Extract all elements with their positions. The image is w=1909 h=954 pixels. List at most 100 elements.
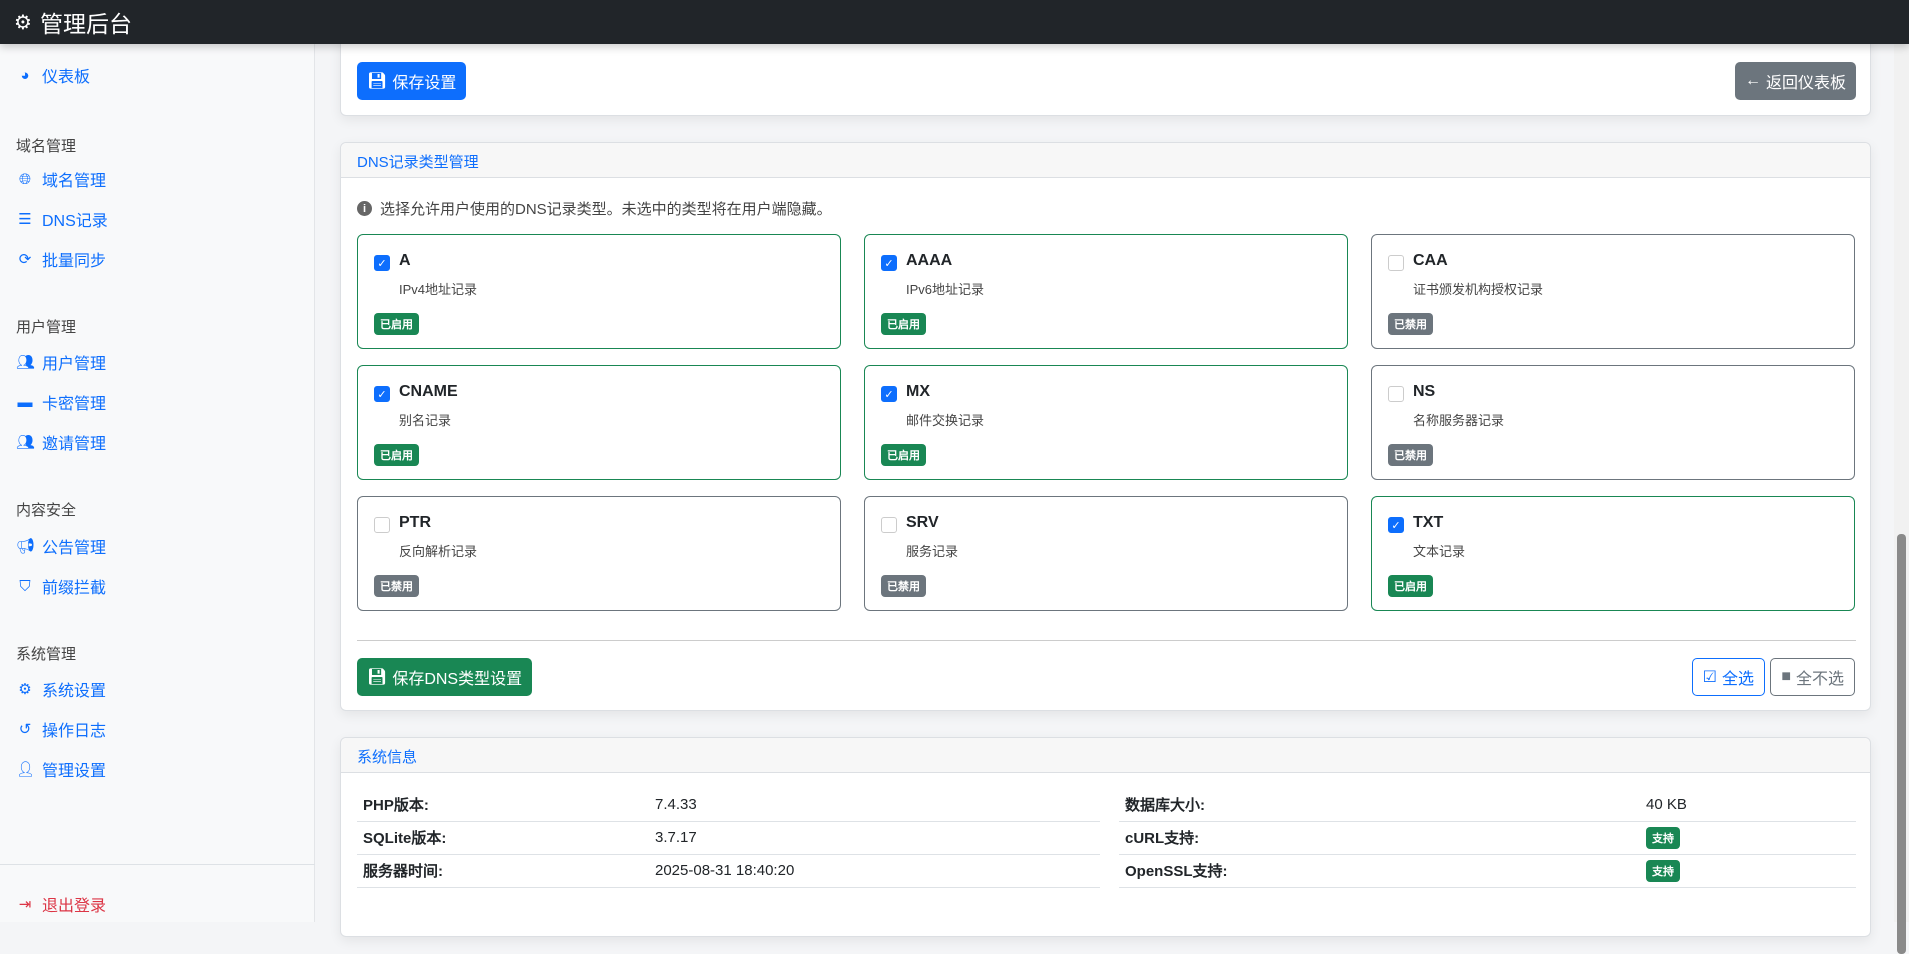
sidebar-item-dashboard[interactable]: ◕ 仪表板 — [16, 63, 90, 87]
sidebar-item-users[interactable]: 👥︎ 用户管理 — [16, 350, 106, 374]
info-value-text: 7.4.33 — [655, 795, 697, 813]
dns-type-desc: 服务记录 — [906, 544, 959, 559]
checkbox[interactable]: ✓ — [374, 386, 390, 402]
app-title[interactable]: 管理后台 — [40, 5, 132, 39]
dns-type-name: NS — [1413, 383, 1436, 400]
info-key: PHP版本: — [357, 788, 649, 822]
sidebar-heading: 内容安全 — [16, 502, 77, 519]
shield-icon: ⛉ — [19, 577, 31, 595]
dns-type-name: CNAME — [399, 383, 458, 400]
status-badge: 已禁用 — [374, 575, 419, 597]
dns-type-name: SRV — [906, 514, 939, 531]
sidebar-item-label: DNS记录 — [42, 213, 108, 230]
select-all-button[interactable]: ☑ 全选 — [1691, 658, 1765, 696]
info-key: OpenSSL支持: — [1119, 854, 1640, 888]
globe-icon: 🌐︎ — [18, 170, 31, 188]
button-label: 返回仪表板 — [1765, 75, 1846, 92]
logout-label: 退出登录 — [42, 898, 107, 915]
dns-type-card-aaaa[interactable]: ✓ AAAA IPv6地址记录 已启用 — [864, 234, 1348, 349]
card-header: 系统信息 — [341, 738, 1870, 773]
sidebar-item-dns-records[interactable]: ☰ DNS记录 — [16, 207, 108, 231]
sidebar-item-prefix-block[interactable]: ⛉ 前缀拦截 — [16, 574, 106, 598]
checkbox[interactable] — [374, 517, 390, 533]
sidebar-item-admin-settings[interactable]: 👤︎ 管理设置 — [16, 757, 106, 781]
sidebar-item-cards[interactable]: ▬ 卡密管理 — [16, 390, 107, 414]
dns-type-desc: 邮件交换记录 — [906, 413, 985, 428]
info-key: 服务器时间: — [357, 854, 649, 888]
status-badge: 已禁用 — [1388, 313, 1433, 335]
sidebar-item-domains[interactable]: 🌐︎ 域名管理 — [16, 167, 106, 191]
check-square-icon: ☑ — [1702, 669, 1717, 686]
dns-type-desc: IPv6地址记录 — [906, 282, 985, 297]
sidebar-item-invites[interactable]: 👥︎ 邀请管理 — [16, 430, 106, 454]
status-badge: 支持 — [1646, 859, 1680, 882]
info-key: cURL支持: — [1119, 821, 1640, 855]
sidebar-item-announcements[interactable]: 📢︎ 公告管理 — [16, 534, 106, 558]
system-info-table-right: 数据库大小: 40 KB cURL支持: 支持 OpenSSL支持: 支持 — [1119, 788, 1856, 888]
sidebar-item-settings[interactable]: ⚙ 系统设置 — [16, 677, 106, 701]
credit-card-icon: ▬ — [17, 393, 33, 411]
list-icon: ☰ — [18, 211, 32, 228]
checkbox[interactable]: ✓ — [1388, 517, 1404, 533]
sidebar-divider — [0, 864, 315, 865]
status-badge: 已启用 — [374, 313, 419, 335]
dns-type-name: CAA — [1413, 252, 1448, 269]
checkbox[interactable]: ✓ — [881, 386, 897, 402]
square-icon: ■ — [1781, 668, 1791, 685]
sidebar-item-batch-sync[interactable]: ⟳ 批量同步 — [16, 247, 106, 271]
sidebar-item-logs[interactable]: ↺ 操作日志 — [16, 717, 106, 741]
table-row: cURL支持: 支持 — [1119, 821, 1856, 855]
dns-type-card-mx[interactable]: ✓ MX 邮件交换记录 已启用 — [864, 365, 1348, 480]
dns-type-card-txt[interactable]: ✓ TXT 文本记录 已启用 — [1371, 496, 1855, 611]
save-dns-types-button[interactable]: 💾︎ 保存DNS类型设置 — [357, 658, 533, 696]
checkbox[interactable]: ✓ — [881, 255, 897, 271]
divider — [357, 640, 1856, 641]
checkbox[interactable] — [1388, 255, 1404, 271]
history-icon: ↺ — [18, 721, 32, 738]
sidebar-item-label: 管理设置 — [42, 763, 107, 780]
info-label: 选择允许用户使用的DNS记录类型。未选中的类型将在用户端隐藏。 — [380, 201, 832, 218]
scrollbar[interactable] — [1894, 44, 1909, 954]
system-info-table-left: PHP版本: 7.4.33 SQLite版本: 3.7.17 服务器时间: 2025… — [357, 788, 1100, 888]
gauge-icon: ◕ — [20, 66, 30, 84]
back-to-dashboard-button[interactable]: ← 返回仪表板 — [1734, 62, 1856, 100]
sidebar-heading: 系统管理 — [16, 646, 77, 663]
sidebar-item-label: 卡密管理 — [42, 396, 107, 413]
bullhorn-icon: 📢︎ — [16, 538, 36, 555]
checkbox[interactable]: ✓ — [374, 255, 390, 271]
dns-type-card-a[interactable]: ✓ A IPv4地址记录 已启用 — [357, 234, 841, 349]
dns-type-card-caa[interactable]: CAA 证书颁发机构授权记录 已禁用 — [1371, 234, 1855, 349]
dns-type-card-cname[interactable]: ✓ CNAME 别名记录 已启用 — [357, 365, 841, 480]
select-none-button[interactable]: ■ 全不选 — [1770, 658, 1855, 696]
table-row: PHP版本: 7.4.33 — [357, 788, 1100, 822]
status-badge: 已禁用 — [1388, 444, 1433, 466]
info-circle-icon: i — [357, 201, 372, 216]
save-settings-button[interactable]: 💾︎ 保存设置 — [357, 62, 467, 100]
dns-type-name: PTR — [399, 514, 431, 531]
logout-link[interactable]: ⇥ 退出登录 — [16, 892, 106, 916]
dns-type-name: A — [399, 252, 411, 269]
dns-type-desc: IPv4地址记录 — [399, 282, 478, 297]
system-info-card: 系统信息 PHP版本: 7.4.33 SQLite版本: 3.7.17 服务器时间:… — [340, 737, 1871, 937]
info-value-text: 3.7.17 — [655, 829, 697, 846]
checkbox[interactable] — [881, 517, 897, 533]
status-badge: 已启用 — [881, 444, 926, 466]
top-navbar: ⚙ 管理后台 — [0, 0, 1909, 44]
save-icon: 💾︎ — [367, 73, 388, 90]
sidebar-item-label: 公告管理 — [42, 540, 107, 557]
info-key: SQLite版本: — [357, 821, 649, 855]
cogs-icon: ⚙ — [14, 11, 32, 34]
dns-type-name: MX — [906, 383, 930, 400]
status-badge: 已禁用 — [881, 575, 926, 597]
table-row: SQLite版本: 3.7.17 — [357, 821, 1100, 855]
sidebar-item-label: 批量同步 — [42, 253, 107, 270]
info-value-text: 2025-08-31 18:40:20 — [655, 862, 795, 879]
table-row: OpenSSL支持: 支持 — [1119, 854, 1856, 888]
sidebar-heading: 用户管理 — [16, 319, 77, 336]
dns-type-card-srv[interactable]: SRV 服务记录 已禁用 — [864, 496, 1348, 611]
sidebar-item-label: 仪表板 — [42, 69, 91, 86]
checkbox[interactable] — [1388, 386, 1404, 402]
dns-type-card-ns[interactable]: NS 名称服务器记录 已禁用 — [1371, 365, 1855, 480]
scrollbar-thumb[interactable] — [1897, 534, 1906, 954]
dns-type-card-ptr[interactable]: PTR 反向解析记录 已禁用 — [357, 496, 841, 611]
